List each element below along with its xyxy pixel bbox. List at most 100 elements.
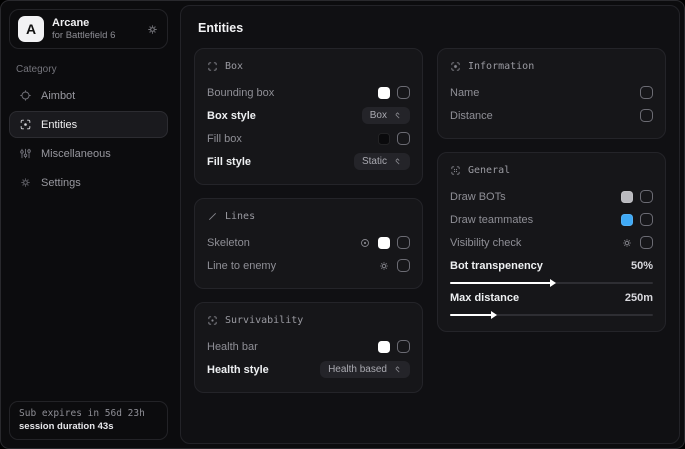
chevron-updown-icon xyxy=(393,111,402,120)
setting-label: Distance xyxy=(450,110,493,122)
setting-label: Name xyxy=(450,87,479,99)
page-title: Entities xyxy=(198,21,662,35)
setting-row-visibility-check: Visibility check xyxy=(450,231,653,254)
setting-label: Skeleton xyxy=(207,237,250,249)
color-swatch[interactable] xyxy=(378,133,390,145)
sidebar-nav: Aimbot Entities Miscellaneous Settings xyxy=(9,82,168,196)
sidebar: A Arcane for Battlefield 6 Category Aimb… xyxy=(1,1,176,448)
setting-label: Box style xyxy=(207,110,256,122)
setting-row-skeleton: Skeleton xyxy=(207,231,410,254)
sidebar-item-label: Miscellaneous xyxy=(41,148,111,160)
category-label: Category xyxy=(16,64,161,75)
crosshair-icon xyxy=(19,89,32,102)
gear-icon[interactable] xyxy=(146,23,159,36)
color-swatch[interactable] xyxy=(378,341,390,353)
dropdown-value: Health based xyxy=(328,364,387,375)
general-card: General Draw BOTs Draw teammates xyxy=(437,152,666,332)
information-card: Information Name Distance xyxy=(437,48,666,139)
subscription-status: Sub expires in 56d 23h session duration … xyxy=(9,401,168,440)
diagonal-line-icon xyxy=(207,211,218,222)
fill-box-checkbox[interactable] xyxy=(397,132,410,145)
setting-label: Bot transpenency xyxy=(450,260,543,272)
slider-value: 50% xyxy=(631,260,653,272)
setting-row-draw-teammates: Draw teammates xyxy=(450,208,653,231)
survivability-card: Survivability Health bar Health style He… xyxy=(194,302,423,393)
setting-row-fill-box: Fill box xyxy=(207,127,410,150)
dropdown-value: Static xyxy=(362,156,387,167)
card-title: Lines xyxy=(225,211,255,222)
box-icon xyxy=(207,61,218,72)
name-checkbox[interactable] xyxy=(640,86,653,99)
skeleton-checkbox[interactable] xyxy=(397,236,410,249)
app-title-block: Arcane for Battlefield 6 xyxy=(52,17,115,41)
app-name: Arcane xyxy=(52,17,115,29)
gear-icon xyxy=(19,176,32,189)
chevron-updown-icon xyxy=(393,157,402,166)
box-card: Box Bounding box Box style Box xyxy=(194,48,423,185)
bot-transparency-slider-group: Bot transpenency 50% xyxy=(450,257,653,284)
sidebar-item-label: Settings xyxy=(41,177,81,189)
color-swatch[interactable] xyxy=(621,191,633,203)
setting-label: Draw teammates xyxy=(450,214,533,226)
app-subtitle: for Battlefield 6 xyxy=(52,30,115,41)
gear-icon[interactable] xyxy=(621,237,633,249)
card-title: Survivability xyxy=(225,315,303,326)
sidebar-item-label: Aimbot xyxy=(41,90,75,102)
bot-transparency-slider[interactable] xyxy=(450,282,653,284)
right-column: Information Name Distance xyxy=(437,48,666,332)
card-title: Box xyxy=(225,61,243,72)
setting-row-box-style: Box style Box xyxy=(207,104,410,127)
information-icon xyxy=(450,61,461,72)
health-style-dropdown[interactable]: Health based xyxy=(320,361,410,378)
setting-row-distance: Distance xyxy=(450,104,653,127)
card-title: General xyxy=(468,165,510,176)
setting-row-fill-style: Fill style Static xyxy=(207,150,410,173)
setting-row-name: Name xyxy=(450,81,653,104)
lines-card: Lines Skeleton Line to enemy xyxy=(194,198,423,289)
sidebar-item-settings[interactable]: Settings xyxy=(9,169,168,196)
color-swatch[interactable] xyxy=(378,87,390,99)
sidebar-item-aimbot[interactable]: Aimbot xyxy=(9,82,168,109)
setting-row-health-style: Health style Health based xyxy=(207,358,410,381)
color-swatch[interactable] xyxy=(378,237,390,249)
max-distance-slider-group: Max distance 250m xyxy=(450,289,653,316)
setting-label: Bounding box xyxy=(207,87,274,99)
left-column: Box Bounding box Box style Box xyxy=(194,48,423,393)
dropdown-value: Box xyxy=(370,110,387,121)
main-panel: Entities Box Bounding box xyxy=(180,5,680,444)
setting-label: Fill box xyxy=(207,133,242,145)
visibility-check-checkbox[interactable] xyxy=(640,236,653,249)
box-style-dropdown[interactable]: Box xyxy=(362,107,410,124)
draw-bots-checkbox[interactable] xyxy=(640,190,653,203)
chevron-updown-icon xyxy=(393,365,402,374)
color-swatch[interactable] xyxy=(621,214,633,226)
gear-icon[interactable] xyxy=(378,260,390,272)
setting-label: Health bar xyxy=(207,341,258,353)
slider-value: 250m xyxy=(625,292,653,304)
config-icon[interactable] xyxy=(359,237,371,249)
fill-style-dropdown[interactable]: Static xyxy=(354,153,410,170)
setting-label: Health style xyxy=(207,364,269,376)
setting-label: Max distance xyxy=(450,292,519,304)
setting-row-health-bar: Health bar xyxy=(207,335,410,358)
health-bar-checkbox[interactable] xyxy=(397,340,410,353)
setting-row-draw-bots: Draw BOTs xyxy=(450,185,653,208)
sidebar-item-miscellaneous[interactable]: Miscellaneous xyxy=(9,140,168,167)
slider-thumb[interactable] xyxy=(491,311,497,319)
session-duration-text: session duration 43s xyxy=(19,421,158,432)
draw-teammates-checkbox[interactable] xyxy=(640,213,653,226)
app-window: A Arcane for Battlefield 6 Category Aimb… xyxy=(0,0,685,449)
setting-label: Draw BOTs xyxy=(450,191,506,203)
slider-thumb[interactable] xyxy=(550,279,556,287)
sidebar-item-label: Entities xyxy=(41,119,77,131)
sidebar-item-entities[interactable]: Entities xyxy=(9,111,168,138)
entities-icon xyxy=(19,118,32,131)
line-to-enemy-checkbox[interactable] xyxy=(397,259,410,272)
distance-checkbox[interactable] xyxy=(640,109,653,122)
app-header: A Arcane for Battlefield 6 xyxy=(9,9,168,49)
card-title: Information xyxy=(468,61,534,72)
bounding-box-checkbox[interactable] xyxy=(397,86,410,99)
sliders-icon xyxy=(19,147,32,160)
max-distance-slider[interactable] xyxy=(450,314,653,316)
setting-row-bounding-box: Bounding box xyxy=(207,81,410,104)
